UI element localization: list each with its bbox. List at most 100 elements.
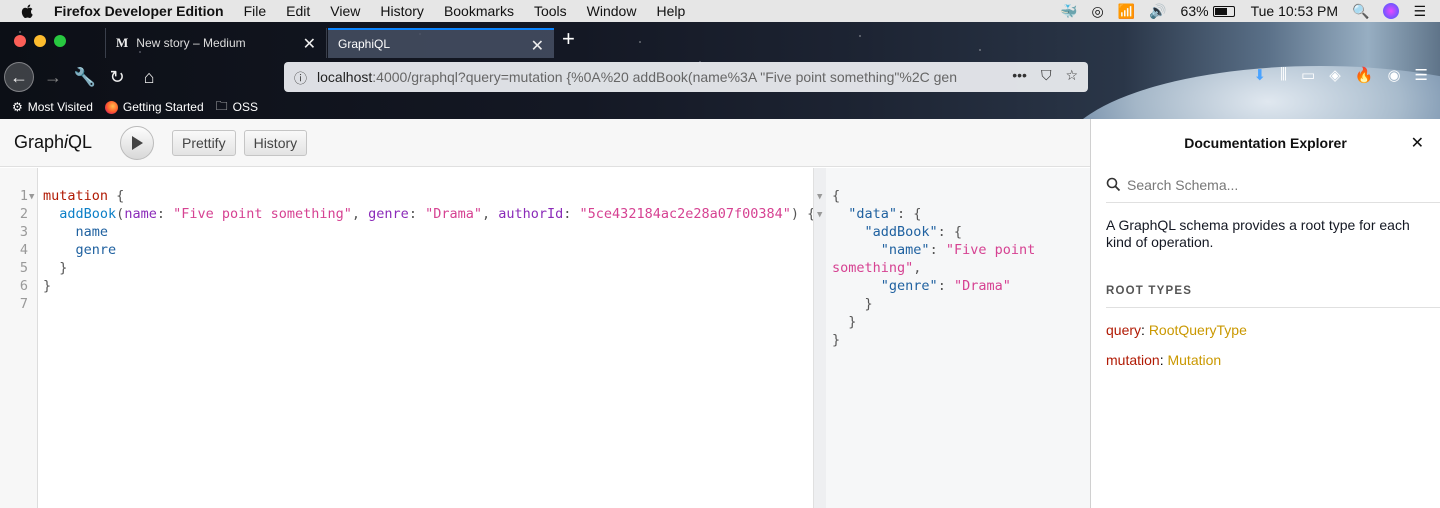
notification-center-icon[interactable]: ☰: [1413, 3, 1426, 20]
tab-title: New story – Medium: [136, 36, 246, 50]
forward-button[interactable]: →: [38, 62, 68, 92]
browser-chrome: M New story – Medium ✕ GraphiQL ✕ + ← → …: [0, 22, 1440, 119]
url-bar[interactable]: ⓘ localhost:4000/graphql?query=mutation …: [284, 62, 1088, 92]
execute-query-button[interactable]: [120, 125, 154, 160]
graphiql-toolbar: GraphiQL Prettify History: [0, 119, 1090, 167]
home-button[interactable]: ⌂: [134, 62, 164, 92]
code-line: mutation {: [43, 188, 125, 204]
apple-logo-icon[interactable]: [20, 3, 36, 19]
docs-title: Documentation Explorer: [1184, 135, 1347, 151]
window-controls: [14, 35, 66, 47]
mac-menubar: Firefox Developer Edition File Edit View…: [0, 0, 1440, 22]
result-line: }: [832, 332, 841, 348]
close-tab-icon[interactable]: ✕: [531, 36, 544, 56]
documentation-explorer: Documentation Explorer ✕ Search Schema..…: [1090, 119, 1440, 508]
fold-arrow-icon[interactable]: ▼: [817, 210, 822, 220]
line-gutter: 1 ▼ 2 3 4 5 6 7: [0, 168, 38, 508]
firefox-icon: [104, 100, 118, 114]
tab-graphiql[interactable]: GraphiQL ✕: [328, 28, 554, 58]
gear-icon: ⚙: [12, 100, 23, 114]
prettify-button[interactable]: Prettify: [172, 129, 236, 156]
menu-bookmarks[interactable]: Bookmarks: [444, 3, 514, 19]
zoom-window-button[interactable]: [54, 35, 66, 47]
volume-icon[interactable]: 🔊: [1149, 3, 1166, 20]
menu-file[interactable]: File: [244, 3, 267, 19]
menu-tools[interactable]: Tools: [534, 3, 567, 19]
docs-header: Documentation Explorer ✕: [1091, 119, 1440, 167]
battery-percent[interactable]: 63%: [1181, 3, 1209, 19]
library-icon[interactable]: ⫼: [1280, 66, 1287, 84]
reload-button[interactable]: ↻: [102, 62, 132, 92]
spotlight-icon[interactable]: 🔍: [1352, 3, 1369, 20]
fold-arrow-icon[interactable]: ▼: [817, 192, 822, 202]
minimize-window-button[interactable]: [34, 35, 46, 47]
line-number: 7: [19, 296, 28, 312]
extension-circle-icon[interactable]: ◉: [1387, 66, 1400, 84]
graphiql-logo: GraphiQL: [14, 132, 93, 152]
extension-graphql-icon[interactable]: ◈: [1329, 66, 1341, 84]
docker-icon[interactable]: 🐳: [1060, 3, 1077, 20]
query-editor[interactable]: 1 ▼ 2 3 4 5 6 7 mutation { addBook(name:…: [0, 168, 816, 508]
menu-window[interactable]: Window: [587, 3, 637, 19]
siri-icon[interactable]: [1383, 3, 1400, 19]
toolbar-right: ⬇ ⫼ ▭ ◈ 🔥 ◉ ☰: [1254, 66, 1428, 84]
wrench-icon[interactable]: 🔧: [70, 62, 100, 92]
root-types-heading: ROOT TYPES: [1106, 285, 1440, 308]
bookmarks-toolbar: ⚙ Most Visited Getting Started 🗀 OSS: [0, 96, 1440, 118]
downloads-icon[interactable]: ⬇: [1254, 66, 1267, 84]
close-docs-icon[interactable]: ✕: [1411, 133, 1424, 153]
battery-icon[interactable]: [1212, 5, 1235, 17]
code-line: genre: [75, 242, 117, 258]
result-line: "genre": "Drama": [880, 278, 1011, 294]
code-line: name: [75, 224, 109, 240]
menu-history[interactable]: History: [380, 3, 424, 19]
fold-arrow-icon[interactable]: ▼: [29, 192, 34, 202]
menu-app-name[interactable]: Firefox Developer Edition: [54, 3, 224, 19]
bookmark-star-icon[interactable]: ☆: [1065, 67, 1078, 84]
type-link-mutation[interactable]: Mutation: [1167, 352, 1221, 368]
site-info-icon[interactable]: ⓘ: [294, 68, 307, 87]
schema-description: A GraphQL schema provides a root type fo…: [1106, 217, 1410, 250]
new-tab-icon[interactable]: +: [562, 28, 575, 50]
history-button[interactable]: History: [243, 129, 308, 156]
pocket-icon[interactable]: ⛉: [1041, 67, 1052, 84]
bookmark-folder-oss[interactable]: 🗀 OSS: [216, 97, 258, 118]
tab-strip: M New story – Medium ✕ GraphiQL ✕ +: [0, 22, 1440, 58]
bookmark-most-visited[interactable]: ⚙ Most Visited: [12, 100, 93, 114]
result-viewer[interactable]: ▼ ▼ { "data": { "addBook": { "name": "Fi…: [813, 168, 1090, 508]
clock[interactable]: Tue 10:53 PM: [1251, 3, 1338, 19]
line-number: 5: [19, 260, 28, 276]
menu-edit[interactable]: Edit: [286, 3, 310, 19]
line-number: 6: [19, 278, 28, 294]
search-placeholder: Search Schema...: [1127, 176, 1239, 193]
page-actions-icon[interactable]: •••: [1012, 67, 1027, 84]
tab-medium[interactable]: M New story – Medium ✕: [105, 28, 327, 58]
result-line: "addBook": {: [864, 224, 963, 240]
code-line: addBook(name: "Five point something", ge…: [59, 206, 816, 222]
url-text[interactable]: localhost:4000/graphql?query=mutation {%…: [317, 69, 977, 85]
back-button[interactable]: ←: [4, 62, 34, 92]
code-line: }: [43, 278, 52, 294]
menu-view[interactable]: View: [330, 3, 360, 19]
line-number: 3: [19, 224, 28, 240]
extension-fire-icon[interactable]: 🔥: [1355, 66, 1374, 84]
close-tab-icon[interactable]: ✕: [303, 34, 316, 54]
line-number: 2: [19, 206, 28, 222]
type-link-rootquerytype[interactable]: RootQueryType: [1149, 322, 1247, 338]
creative-cloud-icon[interactable]: ◎: [1091, 3, 1103, 20]
folder-icon: 🗀: [215, 98, 228, 113]
close-window-button[interactable]: [14, 35, 26, 47]
navigation-toolbar: ← → 🔧 ↻ ⌂ ⓘ localhost:4000/graphql?query…: [0, 60, 1440, 94]
schema-search-input[interactable]: Search Schema...: [1106, 167, 1440, 203]
code-line: }: [43, 260, 68, 276]
play-icon: [132, 135, 143, 150]
sidebar-icon[interactable]: ▭: [1301, 66, 1315, 84]
wifi-icon[interactable]: 📶: [1118, 3, 1135, 20]
result-line: }: [832, 314, 857, 330]
line-number: 1: [19, 188, 28, 204]
menu-hamburger-icon[interactable]: ☰: [1415, 66, 1428, 84]
menubar-status-area: 🐳 ◎ 📶 🔊 63% Tue 10:53 PM 🔍 ☰: [1060, 0, 1440, 22]
menu-help[interactable]: Help: [656, 3, 685, 19]
bookmark-getting-started[interactable]: Getting Started: [104, 100, 204, 114]
line-number: 4: [19, 242, 28, 258]
